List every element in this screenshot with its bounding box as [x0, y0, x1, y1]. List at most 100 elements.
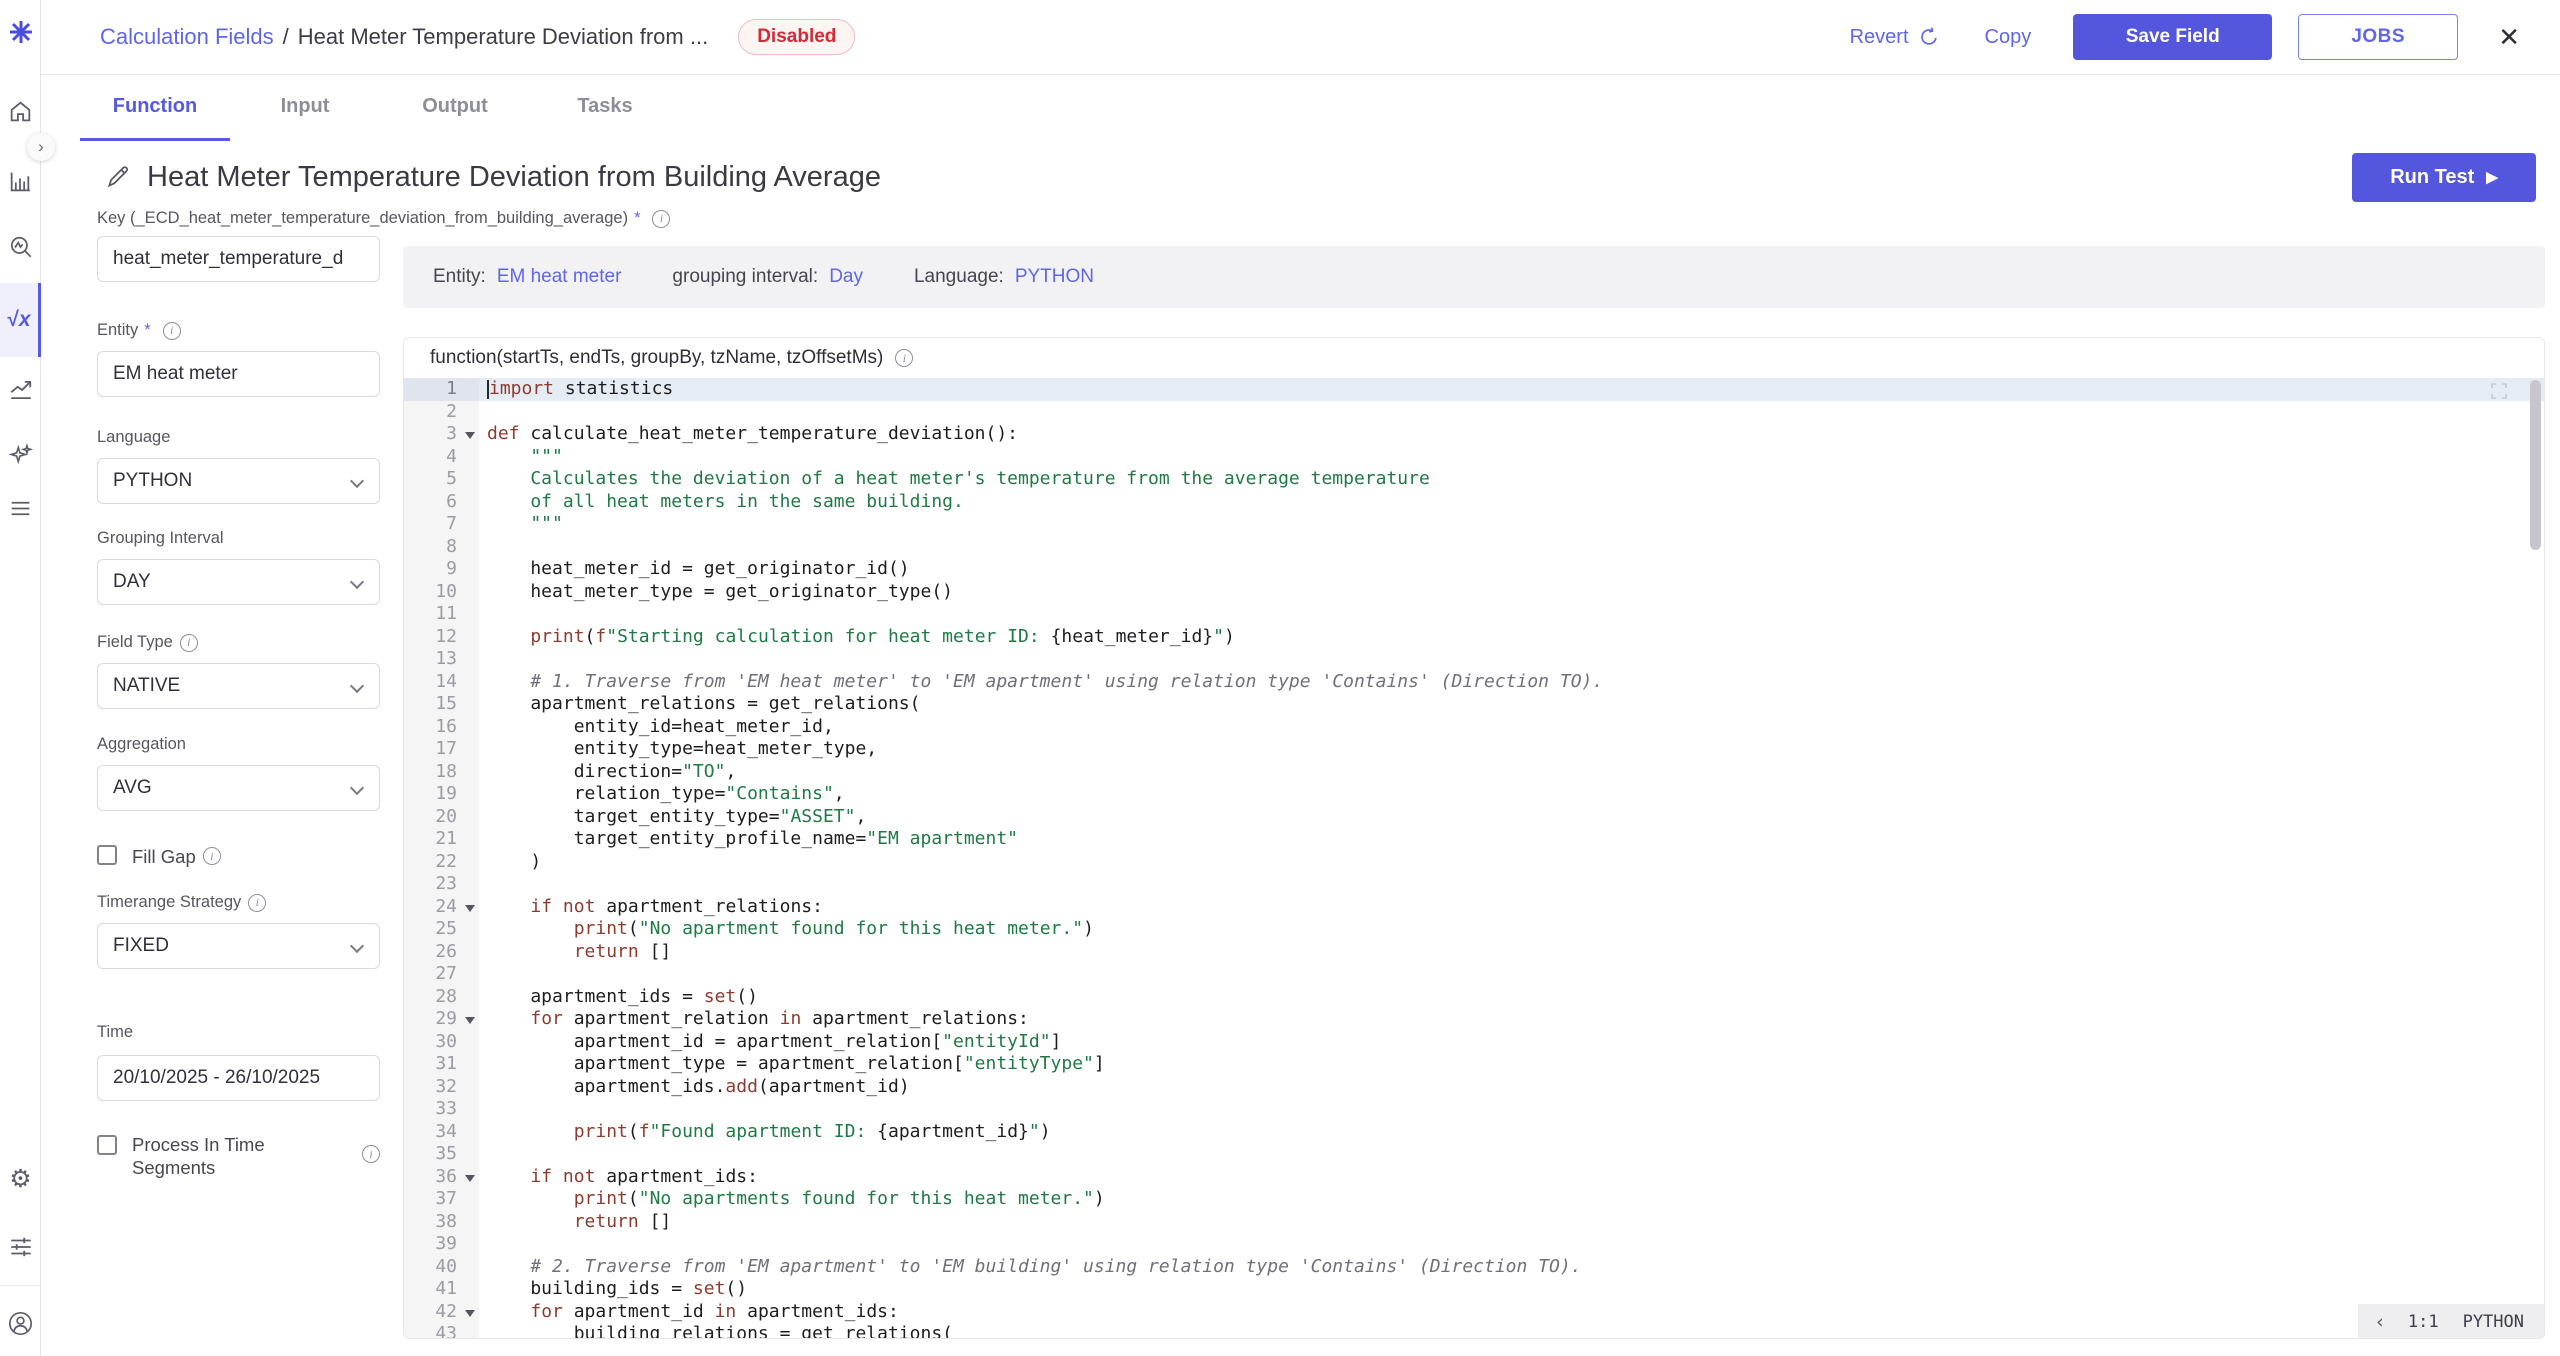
code-line[interactable]: 32 apartment_ids.add(apartment_id): [404, 1076, 2544, 1099]
code-line-content[interactable]: target_entity_type="ASSET",: [479, 806, 2544, 829]
code-line-content[interactable]: print(f"Starting calculation for heat me…: [479, 626, 2544, 649]
copy-button[interactable]: Copy: [1985, 26, 2032, 49]
timerange-strategy-select[interactable]: FIXED: [97, 923, 380, 969]
code-line-content[interactable]: heat_meter_id = get_originator_id(): [479, 558, 2544, 581]
code-line-content[interactable]: def calculate_heat_meter_temperature_dev…: [479, 423, 2544, 446]
line-number[interactable]: 20: [404, 806, 479, 829]
process-in-time-segments-checkbox[interactable]: [97, 1135, 117, 1155]
code-line-content[interactable]: [479, 873, 2544, 896]
code-line[interactable]: 23: [404, 873, 2544, 896]
code-line[interactable]: 2: [404, 401, 2544, 424]
code-line-content[interactable]: ): [479, 851, 2544, 874]
code-line[interactable]: 28 apartment_ids = set(): [404, 986, 2544, 1009]
code-line[interactable]: 9 heat_meter_id = get_originator_id(): [404, 558, 2544, 581]
line-number[interactable]: 5: [404, 468, 479, 491]
tab-tasks[interactable]: Tasks: [530, 75, 680, 141]
code-line[interactable]: 17 entity_type=heat_meter_type,: [404, 738, 2544, 761]
sidebar-item-preferences[interactable]: [0, 1221, 41, 1273]
line-number[interactable]: 40: [404, 1256, 479, 1279]
line-number[interactable]: 15: [404, 693, 479, 716]
sidebar-item-dashboards[interactable]: [0, 155, 41, 207]
code-line-content[interactable]: relation_type="Contains",: [479, 783, 2544, 806]
code-line[interactable]: 25 print("No apartment found for this he…: [404, 918, 2544, 941]
code-line-content[interactable]: apartment_ids = set(): [479, 986, 2544, 1009]
code-area[interactable]: 1import statistics23def calculate_heat_m…: [404, 378, 2544, 1339]
sidebar-item-home[interactable]: [0, 85, 41, 137]
code-line[interactable]: 42 for apartment_id in apartment_ids:: [404, 1301, 2544, 1324]
fill-gap-checkbox[interactable]: [97, 845, 117, 865]
timerange-info-icon[interactable]: [248, 894, 266, 912]
code-line-content[interactable]: of all heat meters in the same building.: [479, 491, 2544, 514]
line-number[interactable]: 6: [404, 491, 479, 514]
code-line[interactable]: 12 print(f"Starting calculation for heat…: [404, 626, 2544, 649]
code-line-content[interactable]: """: [479, 513, 2544, 536]
code-line[interactable]: 3def calculate_heat_meter_temperature_de…: [404, 423, 2544, 446]
line-number[interactable]: 8: [404, 536, 479, 559]
line-number[interactable]: 42: [404, 1301, 479, 1324]
code-line[interactable]: 10 heat_meter_type = get_originator_type…: [404, 581, 2544, 604]
run-test-button[interactable]: Run Test ▶: [2352, 153, 2536, 202]
info-grouping-value[interactable]: Day: [829, 266, 863, 288]
code-line[interactable]: 26 return []: [404, 941, 2544, 964]
save-field-button[interactable]: Save Field: [2073, 14, 2272, 60]
code-line-content[interactable]: print("No apartments found for this heat…: [479, 1188, 2544, 1211]
code-line-content[interactable]: direction="TO",: [479, 761, 2544, 784]
sidebar-item-ai[interactable]: [0, 429, 41, 481]
line-number[interactable]: 7: [404, 513, 479, 536]
code-line[interactable]: 35: [404, 1143, 2544, 1166]
code-line[interactable]: 30 apartment_id = apartment_relation["en…: [404, 1031, 2544, 1054]
revert-button[interactable]: Revert: [1850, 26, 1940, 49]
code-line-content[interactable]: apartment_id = apartment_relation["entit…: [479, 1031, 2544, 1054]
code-line-content[interactable]: heat_meter_type = get_originator_type(): [479, 581, 2544, 604]
code-line-content[interactable]: # 2. Traverse from 'EM apartment' to 'EM…: [479, 1256, 2544, 1279]
code-line[interactable]: 18 direction="TO",: [404, 761, 2544, 784]
line-number[interactable]: 39: [404, 1233, 479, 1256]
line-number[interactable]: 33: [404, 1098, 479, 1121]
line-number[interactable]: 27: [404, 963, 479, 986]
fold-arrow-icon[interactable]: [465, 1175, 475, 1182]
code-line-content[interactable]: building_ids = set(): [479, 1278, 2544, 1301]
line-number[interactable]: 38: [404, 1211, 479, 1234]
sidebar-item-account[interactable]: [0, 1297, 41, 1349]
code-line[interactable]: 7 """: [404, 513, 2544, 536]
code-line[interactable]: 22 ): [404, 851, 2544, 874]
entity-info-icon[interactable]: [163, 322, 181, 340]
code-line[interactable]: 29 for apartment_relation in apartment_r…: [404, 1008, 2544, 1031]
code-line-content[interactable]: print(f"Found apartment ID: {apartment_i…: [479, 1121, 2544, 1144]
code-line[interactable]: 5 Calculates the deviation of a heat met…: [404, 468, 2544, 491]
code-line-content[interactable]: apartment_relations = get_relations(: [479, 693, 2544, 716]
code-line-content[interactable]: return []: [479, 941, 2544, 964]
code-line-content[interactable]: building_relations = get_relations(: [479, 1323, 2544, 1339]
line-number[interactable]: 1: [404, 378, 479, 401]
code-line[interactable]: 11: [404, 603, 2544, 626]
line-number[interactable]: 22: [404, 851, 479, 874]
code-line-content[interactable]: Calculates the deviation of a heat meter…: [479, 468, 2544, 491]
code-line-content[interactable]: import statistics: [479, 378, 2544, 401]
tab-function[interactable]: Function: [80, 75, 230, 141]
code-line-content[interactable]: target_entity_profile_name="EM apartment…: [479, 828, 2544, 851]
code-line[interactable]: 37 print("No apartments found for this h…: [404, 1188, 2544, 1211]
info-entity-value[interactable]: EM heat meter: [497, 266, 622, 288]
code-line-content[interactable]: [479, 1098, 2544, 1121]
line-number[interactable]: 36: [404, 1166, 479, 1189]
code-line-content[interactable]: [479, 603, 2544, 626]
code-line-content[interactable]: [479, 1233, 2544, 1256]
fill-gap-info-icon[interactable]: [203, 847, 221, 865]
time-range-input[interactable]: [97, 1055, 380, 1101]
code-line-content[interactable]: entity_type=heat_meter_type,: [479, 738, 2544, 761]
code-line-content[interactable]: for apartment_relation in apartment_rela…: [479, 1008, 2544, 1031]
line-number[interactable]: 9: [404, 558, 479, 581]
sidebar-expand-button[interactable]: ›: [27, 133, 55, 161]
close-icon[interactable]: ✕: [2498, 24, 2520, 50]
sidebar-item-calculation-fields[interactable]: √x: [0, 283, 41, 357]
grouping-interval-select[interactable]: DAY: [97, 559, 380, 605]
fold-arrow-icon[interactable]: [465, 1310, 475, 1317]
fold-arrow-icon[interactable]: [465, 905, 475, 912]
line-number[interactable]: 14: [404, 671, 479, 694]
line-number[interactable]: 19: [404, 783, 479, 806]
line-number[interactable]: 23: [404, 873, 479, 896]
entity-input[interactable]: [97, 351, 380, 397]
line-number[interactable]: 43: [404, 1323, 479, 1339]
line-number[interactable]: 17: [404, 738, 479, 761]
field-type-select[interactable]: NATIVE: [97, 663, 380, 709]
